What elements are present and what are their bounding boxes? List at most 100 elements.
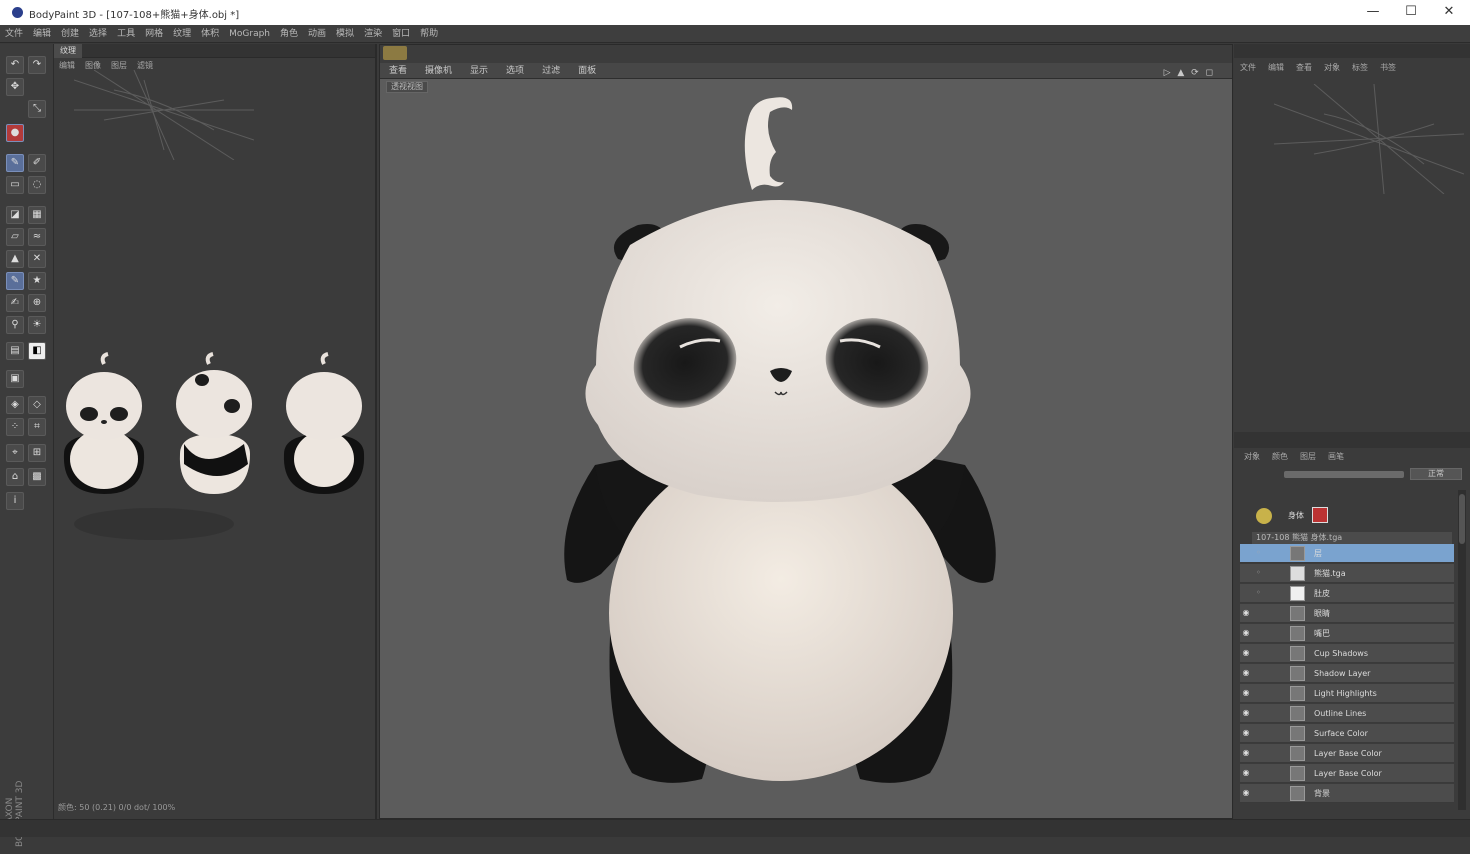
fill-icon[interactable]: ◪ (6, 206, 24, 224)
om-menu-view[interactable]: 查看 (1290, 60, 1318, 76)
lock-icon[interactable]: ◦ (1256, 548, 1266, 558)
tab-texture[interactable]: 纹理 (54, 44, 82, 58)
om-menu-object[interactable]: 对象 (1318, 60, 1346, 76)
3d-viewport[interactable]: 查看 摄像机 显示 选项 过滤 面板 ▷ ▲ ⟳ ◻ 透视视图 (379, 44, 1233, 819)
workplane-icon[interactable]: ▩ (28, 468, 46, 486)
layers-scrollbar[interactable] (1458, 490, 1466, 810)
select-rect-icon[interactable]: ▭ (6, 176, 24, 194)
eye-icon[interactable]: ◉ (1240, 768, 1252, 778)
blend-mode-select[interactable]: 正常 (1410, 468, 1462, 480)
maximize-button[interactable]: ☐ (1398, 3, 1424, 21)
polygon-icon[interactable]: ◇ (28, 396, 46, 414)
layer-row[interactable]: ◉ Light Highlights (1240, 684, 1454, 703)
om-menu-file[interactable]: 文件 (1234, 60, 1262, 76)
eye-icon[interactable]: ◉ (1240, 788, 1252, 798)
om-menu-tags[interactable]: 标签 (1346, 60, 1374, 76)
close-button[interactable]: ✕ (1436, 3, 1462, 21)
menu-mograph[interactable]: MoGraph (224, 25, 275, 43)
menu-help[interactable]: 帮助 (415, 25, 443, 43)
bulb-icon[interactable]: ☀ (28, 316, 46, 334)
uv-icon[interactable]: ◈ (6, 396, 24, 414)
eye-icon[interactable]: ◉ (1240, 748, 1252, 758)
menu-select[interactable]: 选择 (84, 25, 112, 43)
eye-icon[interactable]: ◉ (1240, 668, 1252, 678)
lock-icon[interactable]: ◦ (1256, 568, 1266, 578)
lock-icon[interactable]: ◦ (1256, 588, 1266, 598)
layer-row[interactable]: ◉ Layer Base Color (1240, 744, 1454, 763)
menu-window[interactable]: 窗口 (387, 25, 415, 43)
om-menu-edit[interactable]: 编辑 (1262, 60, 1290, 76)
layer-row[interactable]: ◉ 背景 (1240, 784, 1454, 803)
pin-icon[interactable]: ⊕ (28, 294, 46, 312)
layers-tab-brush[interactable]: 画笔 (1322, 450, 1350, 464)
eye-icon[interactable]: ◉ (1240, 608, 1252, 618)
minimize-button[interactable]: — (1360, 3, 1386, 21)
star-icon[interactable]: ★ (28, 272, 46, 290)
menu-mesh[interactable]: 网格 (140, 25, 168, 43)
layers-tab-layers[interactable]: 图层 (1294, 450, 1322, 464)
menu-simulate[interactable]: 模拟 (331, 25, 359, 43)
eraser-icon[interactable]: ▱ (6, 228, 24, 246)
texture-tag-icon[interactable] (1312, 507, 1328, 523)
layer-row[interactable]: ◉ Outline Lines (1240, 704, 1454, 723)
om-menu-bookmarks[interactable]: 书签 (1374, 60, 1402, 76)
brush-icon[interactable]: ✎ (6, 154, 24, 172)
stamp-icon[interactable]: ⚲ (6, 316, 24, 334)
edges-icon[interactable]: ⌗ (28, 418, 46, 436)
scale-icon[interactable]: ⤡ (28, 100, 46, 118)
menu-character[interactable]: 角色 (275, 25, 303, 43)
color-swap-icon[interactable]: ◧ (28, 342, 46, 360)
texture-preview-canvas[interactable] (54, 344, 374, 574)
cross-icon[interactable]: ✕ (28, 250, 46, 268)
eye-icon[interactable]: ◉ (1240, 648, 1252, 658)
layer-row[interactable]: ◦ 层 (1240, 544, 1454, 563)
swatch-icon[interactable]: ▦ (28, 206, 46, 224)
layer-row[interactable]: ◦ 熊猫.tga (1240, 564, 1454, 583)
axis-icon[interactable]: ⊞ (28, 444, 46, 462)
eye-icon[interactable]: ◉ (1240, 728, 1252, 738)
eye-icon[interactable]: ◉ (1240, 708, 1252, 718)
layer-thumbnail (1290, 746, 1305, 761)
menu-texture[interactable]: 纹理 (168, 25, 196, 43)
info-icon[interactable]: i (6, 492, 24, 510)
eye-icon[interactable]: ◉ (1240, 628, 1252, 638)
layer-row[interactable]: ◉ Shadow Layer (1240, 664, 1454, 683)
redo-icon[interactable]: ↷ (28, 56, 46, 74)
layer-row[interactable]: ◉ Cup Shadows (1240, 644, 1454, 663)
smudge-icon[interactable]: ≈ (28, 228, 46, 246)
lock-icon[interactable]: ⌂ (6, 468, 24, 486)
layers-tab-color[interactable]: 颜色 (1266, 450, 1294, 464)
menu-animate[interactable]: 动画 (303, 25, 331, 43)
opacity-slider[interactable] (1284, 471, 1404, 478)
clone-icon[interactable]: ✍ (6, 294, 24, 312)
menu-edit[interactable]: 编辑 (28, 25, 56, 43)
menu-tools[interactable]: 工具 (112, 25, 140, 43)
menu-create[interactable]: 创建 (56, 25, 84, 43)
cone-icon[interactable]: ▲ (6, 250, 24, 268)
record-icon[interactable]: ● (6, 124, 24, 142)
move-icon[interactable]: ✥ (6, 78, 24, 96)
layer-row[interactable]: ◉ 嘴巴 (1240, 624, 1454, 643)
layer-row[interactable]: ◉ Layer Base Color (1240, 764, 1454, 783)
points-icon[interactable]: ⁘ (6, 418, 24, 436)
object-row[interactable]: 身体 (1240, 506, 1466, 526)
panda-model[interactable] (380, 45, 1232, 818)
lasso-icon[interactable]: ◌ (28, 176, 46, 194)
material-tag[interactable]: 107-108 熊猫 身体.tga (1252, 532, 1452, 544)
grid-icon[interactable]: ▤ (6, 342, 24, 360)
layer-row[interactable]: ◉ Surface Color (1240, 724, 1454, 743)
undo-icon[interactable]: ↶ (6, 56, 24, 74)
snap-icon[interactable]: ⌖ (6, 444, 24, 462)
paint-brush-icon[interactable]: ✎ (6, 272, 24, 290)
layers-tab-objects[interactable]: 对象 (1238, 450, 1266, 464)
layer-row[interactable]: ◉ 眼睛 (1240, 604, 1454, 623)
layer-row[interactable]: ◦ 肚皮 (1240, 584, 1454, 603)
texture-view-icon[interactable]: ▣ (6, 370, 24, 388)
menu-render[interactable]: 渲染 (359, 25, 387, 43)
scrollbar-thumb[interactable] (1459, 494, 1465, 544)
menu-volume[interactable]: 体积 (196, 25, 224, 43)
pencil-icon[interactable]: ✐ (28, 154, 46, 172)
eye-icon[interactable]: ◉ (1240, 688, 1252, 698)
texture-panel-tabs: 纹理 (54, 44, 375, 58)
menu-file[interactable]: 文件 (0, 25, 28, 43)
